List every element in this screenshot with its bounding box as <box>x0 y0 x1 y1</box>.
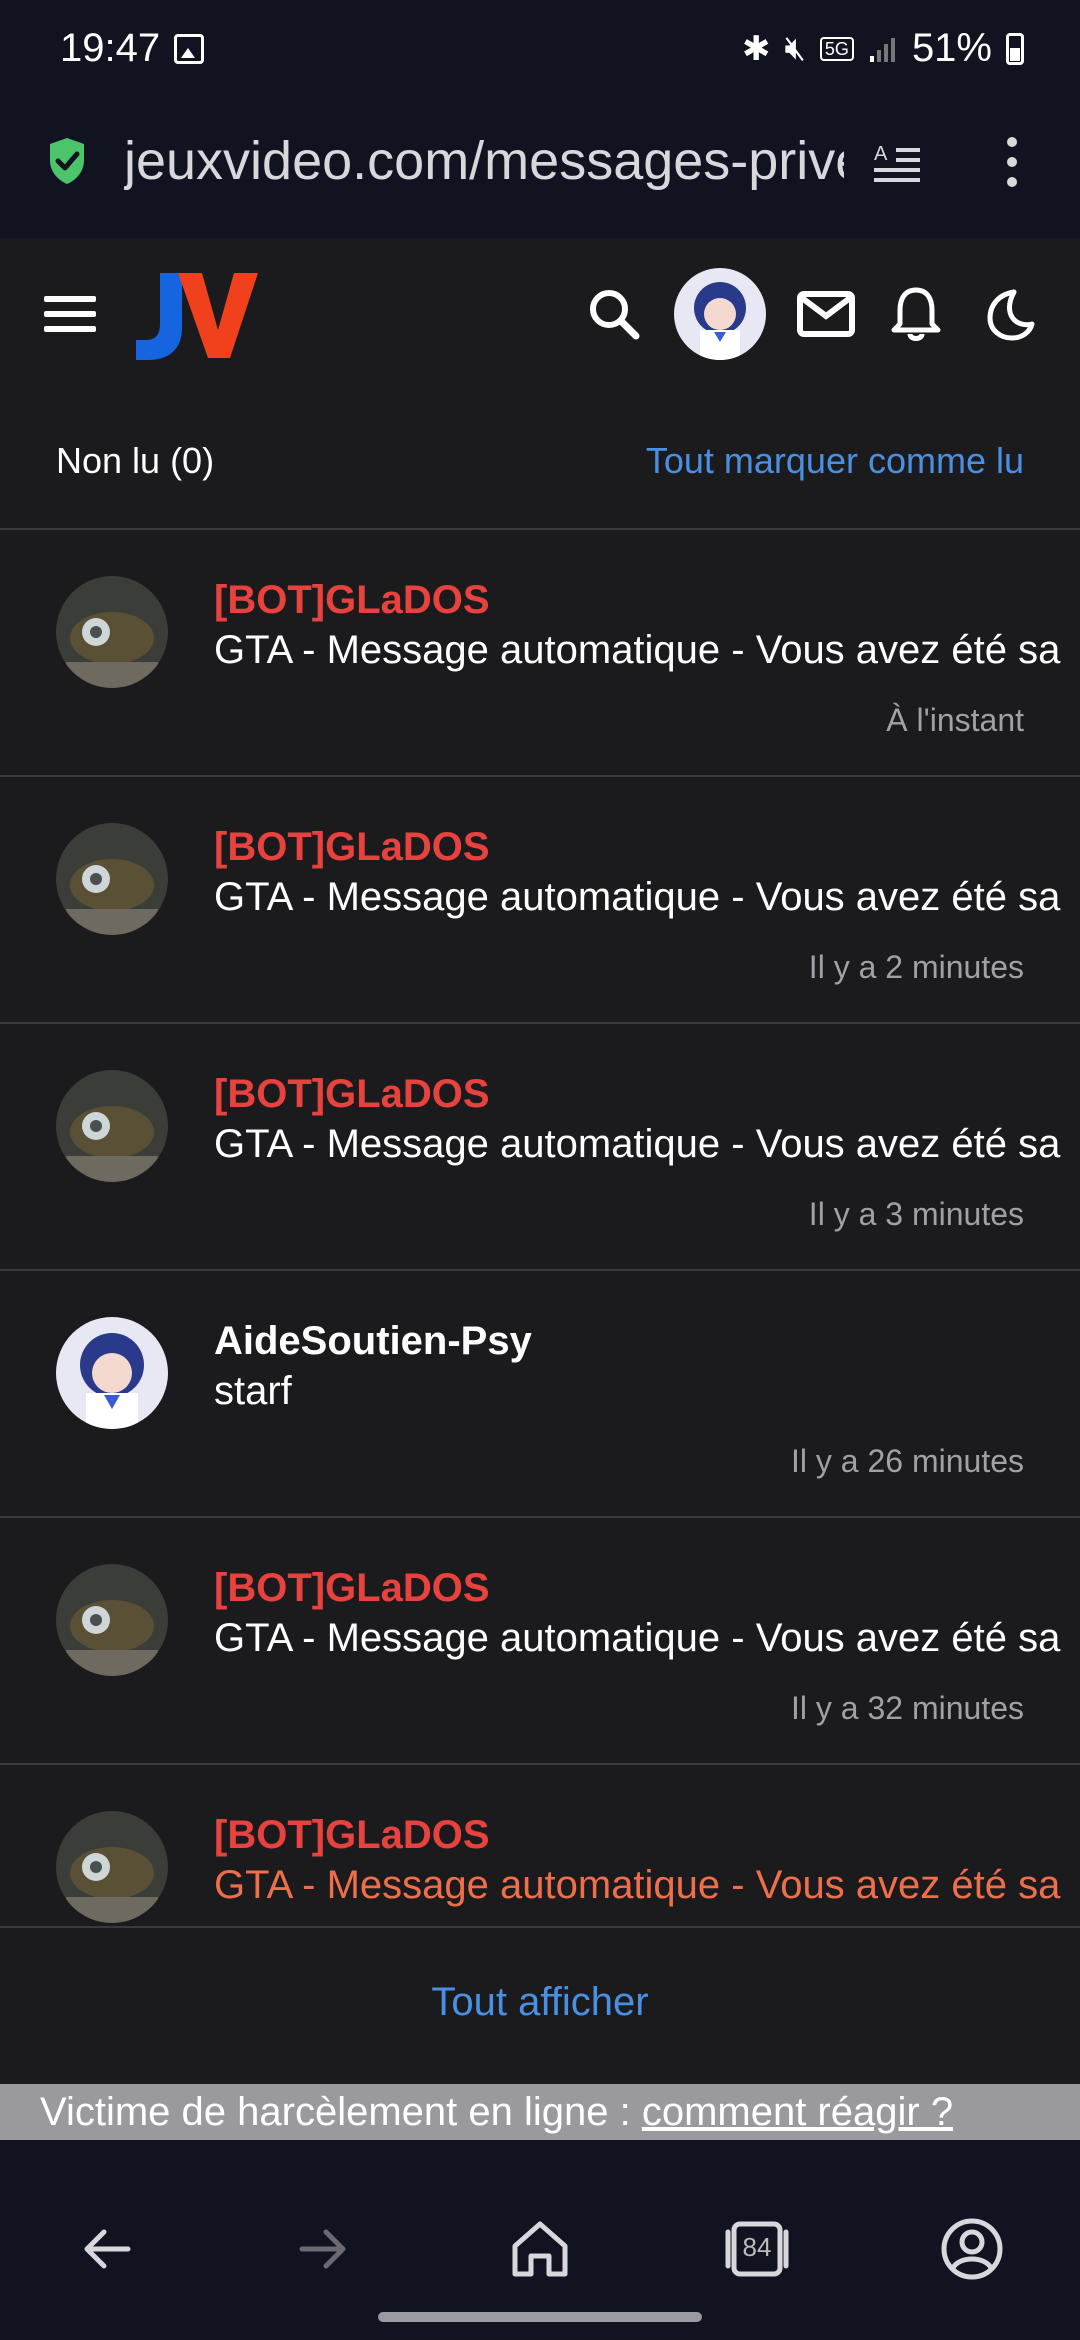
message-author[interactable]: [BOT]GLaDOS <box>214 825 490 870</box>
dark-mode-icon[interactable] <box>980 286 1036 342</box>
message-time: Il y a 26 minutes <box>791 1443 1024 1479</box>
status-icons: ✱ 🔇︎ 5G 51% <box>742 26 1024 71</box>
bot-avatar <box>56 1811 168 1923</box>
mark-all-read-link[interactable]: Tout marquer comme lu <box>646 440 1024 482</box>
forward-icon[interactable] <box>288 2214 358 2284</box>
message-item[interactable]: [BOT]GLaDOS GTA - Message automatique - … <box>0 777 1080 1024</box>
banner-text: Victime de harcèlement en ligne : <box>40 2090 642 2134</box>
site-header <box>0 238 1080 388</box>
bot-avatar <box>56 823 168 935</box>
tabs-count: 84 <box>742 2232 772 2262</box>
message-subject: GTA - Message automatique - Vous avez ét… <box>214 1863 1061 1907</box>
user-avatar[interactable] <box>674 268 766 360</box>
message-subject: GTA - Message automatique - Vous avez ét… <box>214 875 1061 919</box>
browser-url-bar: jeuxvideo.com/messages-privés A <box>0 100 1080 238</box>
message-author[interactable]: AideSoutien-Psy <box>214 1319 532 1364</box>
bot-avatar <box>56 1070 168 1182</box>
message-subject: GTA - Message automatique - Vous avez ét… <box>214 1616 1061 1660</box>
message-list: [BOT]GLaDOS GTA - Message automatique - … <box>0 530 1080 1926</box>
harassment-banner: Victime de harcèlement en ligne : commen… <box>0 2084 1080 2140</box>
search-icon[interactable] <box>586 286 642 342</box>
banner-text-wrap: Victime de harcèlement en ligne : commen… <box>40 2090 953 2135</box>
secure-shield-icon[interactable] <box>46 136 88 186</box>
signal-icon <box>869 37 895 62</box>
show-all-section: Tout afficher <box>0 1926 1080 2084</box>
message-author[interactable]: [BOT]GLaDOS <box>214 1566 490 1611</box>
message-author[interactable]: [BOT]GLaDOS <box>214 1072 490 1117</box>
home-icon[interactable] <box>505 2214 575 2284</box>
reader-mode-icon[interactable]: A <box>872 140 922 186</box>
mail-icon[interactable] <box>796 286 856 342</box>
bot-avatar <box>56 1564 168 1676</box>
more-vert-icon[interactable] <box>1000 134 1024 190</box>
battery-percent: 51% <box>911 26 992 70</box>
tabs-button[interactable]: 84 <box>722 2214 792 2284</box>
message-subject: starf <box>214 1369 292 1413</box>
message-time: Il y a 3 minutes <box>808 1196 1024 1232</box>
user-avatar <box>56 1317 168 1429</box>
account-icon[interactable] <box>937 2214 1007 2284</box>
svg-text:A: A <box>874 143 888 165</box>
status-bar: 19:47 ✱ 🔇︎ 5G 51% <box>0 0 1080 100</box>
message-item[interactable]: [BOT]GLaDOS GTA - Message automatique - … <box>0 1765 1080 1926</box>
show-all-link[interactable]: Tout afficher <box>0 1980 1080 2025</box>
message-item[interactable]: [BOT]GLaDOS GTA - Message automatique - … <box>0 1518 1080 1765</box>
bot-avatar <box>56 576 168 688</box>
bell-icon[interactable] <box>890 286 942 342</box>
battery-icon <box>1006 32 1024 65</box>
menu-icon[interactable] <box>44 296 96 332</box>
bluetooth-icon: ✱ <box>742 29 771 68</box>
jv-logo[interactable] <box>130 268 260 363</box>
message-time: Il y a 32 minutes <box>791 1690 1024 1726</box>
mute-icon: 🔇︎ <box>784 29 806 67</box>
banner-link[interactable]: comment réagir ? <box>642 2090 953 2134</box>
unread-count[interactable]: Non lu (0) <box>56 440 214 482</box>
message-author[interactable]: [BOT]GLaDOS <box>214 578 490 623</box>
browser-bottom-nav: 84 <box>0 2140 1080 2340</box>
message-item[interactable]: [BOT]GLaDOS GTA - Message automatique - … <box>0 1024 1080 1271</box>
network-type: 5G <box>819 36 854 61</box>
message-author[interactable]: [BOT]GLaDOS <box>214 1813 490 1858</box>
status-time: 19:47 <box>60 26 161 70</box>
message-time: Il y a 2 minutes <box>808 949 1024 985</box>
gallery-notification-icon <box>174 34 204 64</box>
home-indicator[interactable] <box>378 2312 702 2322</box>
message-item[interactable]: [BOT]GLaDOS GTA - Message automatique - … <box>0 530 1080 777</box>
back-icon[interactable] <box>72 2214 142 2284</box>
message-subject: GTA - Message automatique - Vous avez ét… <box>214 1122 1061 1166</box>
message-time: À l'instant <box>886 702 1024 738</box>
unread-bar: Non lu (0) Tout marquer comme lu <box>0 388 1080 530</box>
message-subject: GTA - Message automatique - Vous avez ét… <box>214 628 1061 672</box>
message-item[interactable]: AideSoutien-Psy starf Il y a 26 minutes <box>0 1271 1080 1518</box>
url-field[interactable]: jeuxvideo.com/messages-privés <box>124 130 844 192</box>
